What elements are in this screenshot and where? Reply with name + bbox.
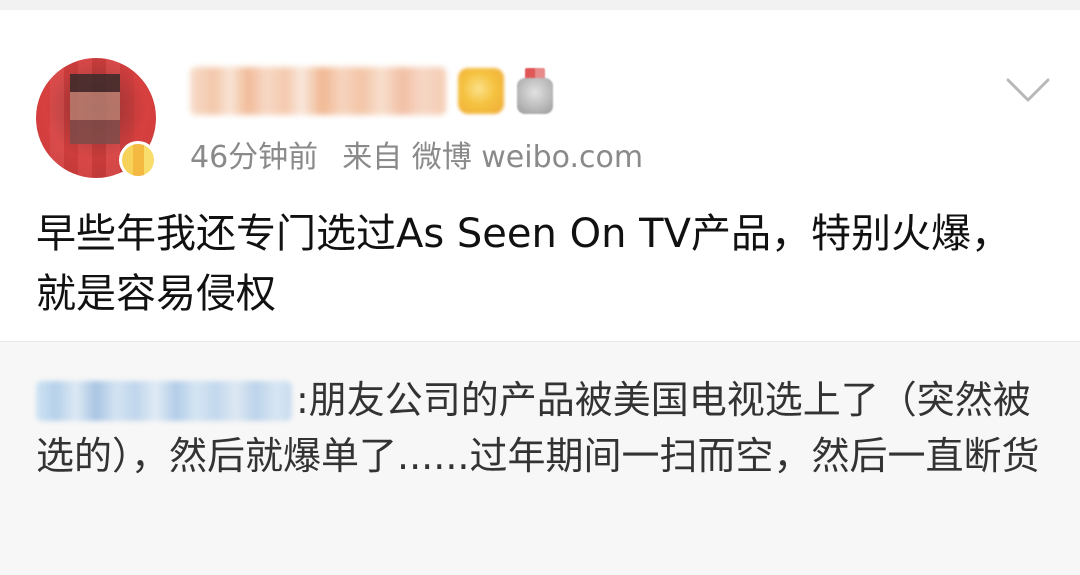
username-blurred[interactable] bbox=[190, 67, 446, 115]
gold-badge-icon[interactable] bbox=[458, 68, 504, 114]
post-source[interactable]: 来自 微博 weibo.com bbox=[342, 140, 643, 175]
medal-badge-icon[interactable] bbox=[515, 68, 555, 114]
quoted-comment: :朋友公司的产品被美国电视选上了（突然被选的），然后就爆单了......过年期间… bbox=[36, 372, 1046, 484]
post-time: 46分钟前 bbox=[190, 140, 319, 175]
vip-badge-icon bbox=[119, 141, 157, 179]
quoted-comment-box[interactable]: :朋友公司的产品被美国电视选上了（突然被选的），然后就爆单了......过年期间… bbox=[0, 342, 1080, 575]
chevron-down-icon[interactable] bbox=[1004, 66, 1052, 114]
medal-disc bbox=[517, 78, 553, 114]
post-meta: 46分钟前 来自 微博 weibo.com bbox=[190, 136, 643, 180]
weibo-post-card: 46分钟前 来自 微博 weibo.com 早些年我还专门选过As Seen On… bbox=[0, 10, 1080, 341]
post-body-text: 早些年我还专门选过As Seen On TV产品，特别火爆，就是容易侵权 bbox=[36, 211, 1011, 317]
avatar-face-blurred bbox=[70, 74, 120, 144]
top-separator bbox=[0, 0, 1080, 10]
chevron-down-svg bbox=[1006, 78, 1050, 102]
mention-username-blurred[interactable] bbox=[36, 381, 292, 421]
user-avatar[interactable] bbox=[36, 58, 157, 179]
